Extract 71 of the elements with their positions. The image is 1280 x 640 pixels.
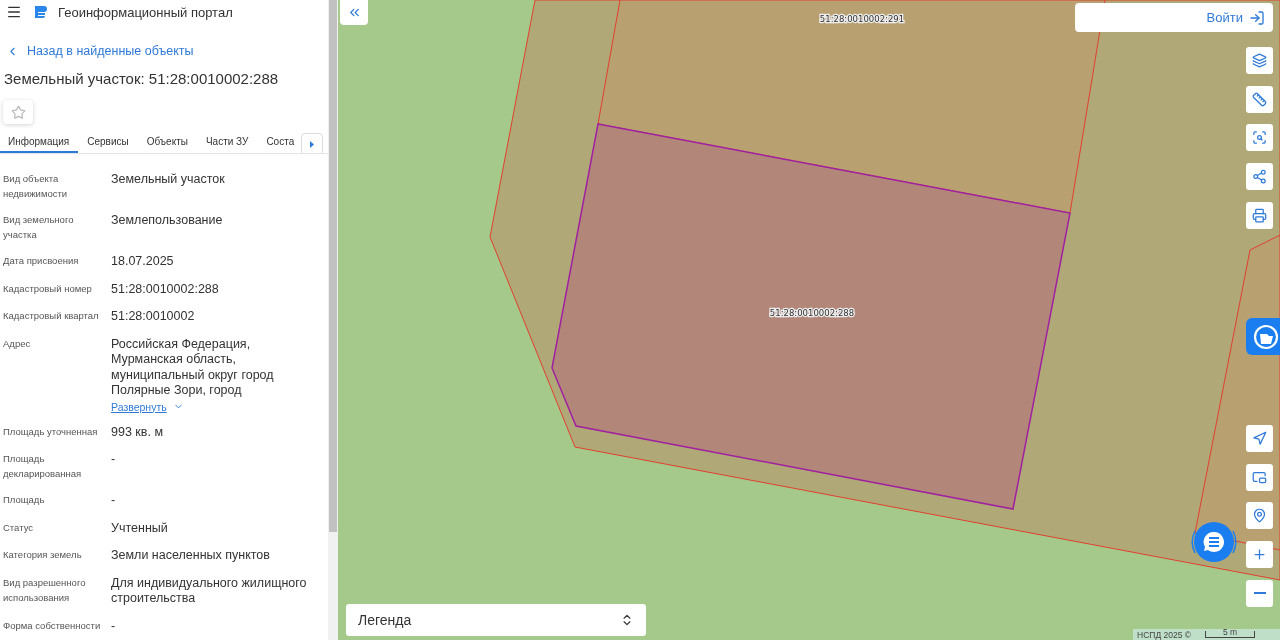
scan-search-icon <box>1252 130 1267 146</box>
side-panel-tab[interactable] <box>1246 318 1280 355</box>
object-title: Земельный участок: 51:28:0010002:288 <box>4 70 280 87</box>
field-label: Вид разрешенного использования <box>3 575 87 605</box>
back-link[interactable]: Назад в найденные объекты <box>0 44 328 58</box>
field-value: 18.07.2025 <box>111 253 174 270</box>
navigation-arrow-icon <box>1252 431 1267 446</box>
field-value: 51:28:0010002 <box>111 308 195 325</box>
field-value: Земельный участок <box>111 171 225 188</box>
tab[interactable]: Части ЗУ <box>196 132 258 153</box>
tabs-next-button[interactable] <box>301 133 323 153</box>
field-value: - <box>111 451 116 468</box>
collapse-panel-button[interactable] <box>340 0 368 25</box>
parcel-label: 51:28:0010002:288 <box>769 308 855 318</box>
attribution-text: НСПД 2025 © <box>1137 629 1192 640</box>
map-tool-button[interactable] <box>1246 463 1273 491</box>
tab[interactable]: Информация <box>0 132 79 153</box>
field-value: - <box>111 617 116 634</box>
map-tool-button[interactable] <box>1246 124 1273 152</box>
tab[interactable]: Сервисы <box>78 132 138 153</box>
map-tool-button[interactable] <box>1246 541 1273 569</box>
field-value: - <box>111 492 116 509</box>
field-value: Российская Федерация, Мурманская область, муниципальный округ город Полярные Зори, город <box>111 335 275 399</box>
tab[interactable]: Объекты <box>137 132 197 153</box>
minimap-icon <box>1252 469 1267 485</box>
map-tool-button[interactable] <box>1246 425 1273 452</box>
scrollbar[interactable] <box>328 0 338 640</box>
tab[interactable]: Соста <box>257 132 295 153</box>
map-tool-button[interactable] <box>1246 579 1273 607</box>
field-label: Форма собственности <box>3 618 102 633</box>
map-pin-icon <box>1252 508 1267 524</box>
legend-dropdown[interactable]: Легенда <box>346 604 646 636</box>
layers-icon <box>1252 53 1267 68</box>
folder-logo-icon <box>1253 323 1279 350</box>
field-label: Адрес <box>3 336 32 351</box>
field-label: Статус <box>3 520 35 535</box>
ruler-icon <box>1252 91 1267 107</box>
field-label: Кадастровый номер <box>3 281 93 296</box>
printer-icon <box>1252 207 1267 223</box>
field-label: Площадь декларированная <box>3 452 83 481</box>
map-tool-button[interactable] <box>1246 502 1273 530</box>
zoom-out-icon <box>1253 592 1266 595</box>
map-tool-button[interactable] <box>1246 47 1273 74</box>
field-label: Площадь уточненная <box>3 424 99 439</box>
share-icon <box>1252 169 1267 185</box>
triangle-right-icon <box>309 140 315 148</box>
login-icon <box>1249 9 1265 26</box>
expand-link[interactable]: Развернуть <box>111 400 184 413</box>
field-label: Категория земель <box>3 548 83 562</box>
field-label: Вид объекта недвижимости <box>3 172 69 201</box>
field-label: Дата присвоения <box>3 254 80 268</box>
login-button[interactable]: Войти <box>1075 3 1273 32</box>
logo-icon <box>32 4 48 20</box>
scale-bar: 5 m <box>1205 631 1256 638</box>
field-value: Землепользование <box>111 212 223 229</box>
parcel-label: 51:28:0010002:291 <box>819 14 905 24</box>
field-value: 993 кв. м <box>111 423 163 440</box>
field-value: Земли населенных пунктов <box>111 547 270 564</box>
field-label: Вид земельного участка <box>3 213 75 242</box>
field-value: Для индивидуального жилищного строительства <box>111 574 308 607</box>
star-icon <box>10 104 26 120</box>
map-tool-button[interactable] <box>1246 85 1273 113</box>
map-tool-button[interactable] <box>1246 163 1273 191</box>
field-label: Площадь <box>3 493 46 507</box>
menu-icon[interactable] <box>6 4 22 20</box>
field-value: 51:28:0010002:288 <box>111 280 219 297</box>
app-title: Геоинформационный портал <box>58 4 233 20</box>
field-value: Учтенный <box>111 519 168 536</box>
field-label: Кадастровый квартал <box>3 309 100 323</box>
map-tool-button[interactable] <box>1246 201 1273 229</box>
zoom-in-icon <box>1252 547 1267 563</box>
